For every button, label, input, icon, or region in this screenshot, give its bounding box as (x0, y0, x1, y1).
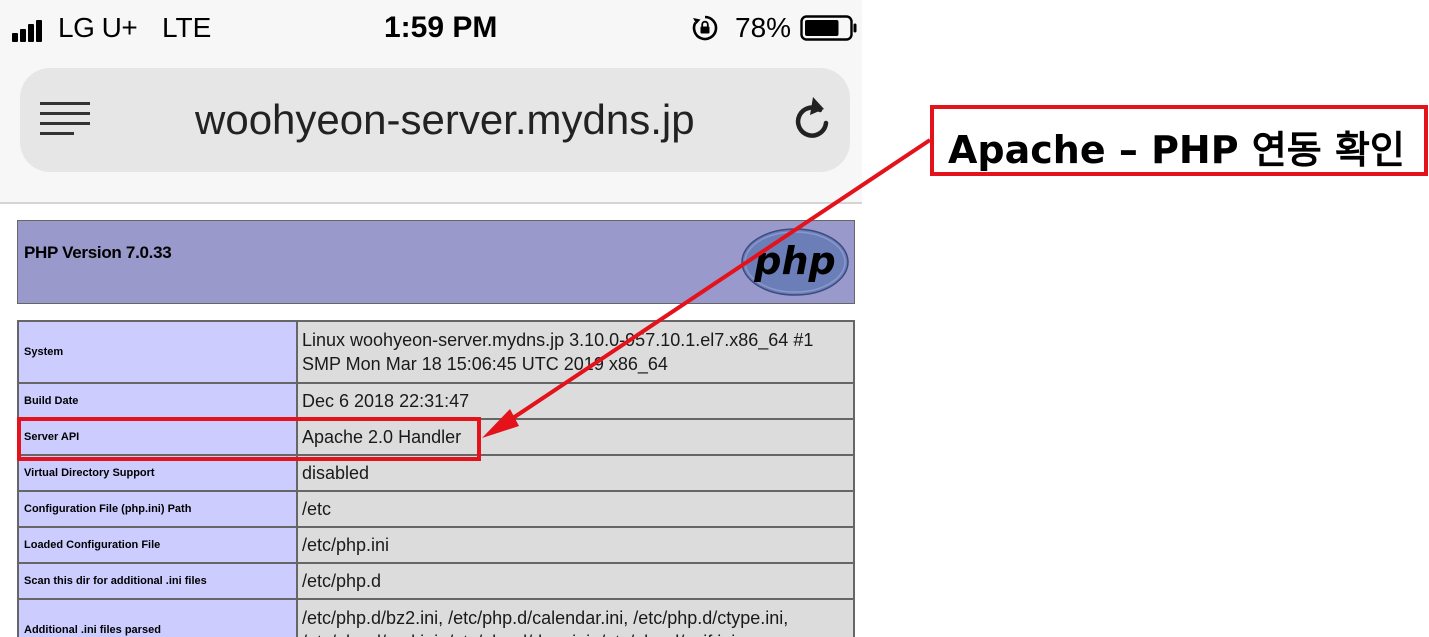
status-time: 1:59 PM (384, 11, 498, 44)
row-key: Scan this dir for additional .ini files (17, 562, 298, 600)
orientation-lock-icon (692, 15, 718, 41)
php-logo-text: php (753, 239, 835, 283)
table-row: Configuration File (php.ini) Path /etc (17, 490, 855, 528)
row-value: /etc/php.ini (296, 526, 855, 564)
phpinfo-table: System Linux woohyeon-server.mydns.jp 3.… (17, 320, 855, 637)
row-value: Dec 6 2018 22:31:47 (296, 382, 855, 420)
signal-icon (12, 20, 48, 42)
url-text[interactable]: woohyeon-server.mydns.jp (195, 96, 695, 144)
address-bar[interactable]: woohyeon-server.mydns.jp (20, 68, 850, 172)
battery-icon (800, 15, 857, 41)
row-key: Configuration File (php.ini) Path (17, 490, 298, 528)
row-value: /etc/php.d/bz2.ini, /etc/php.d/calendar.… (296, 598, 855, 637)
row-value: Linux woohyeon-server.mydns.jp 3.10.0-95… (296, 320, 855, 384)
carrier-name: LG U+ (58, 12, 138, 43)
table-row: Build Date Dec 6 2018 22:31:47 (17, 382, 855, 420)
table-row: System Linux woohyeon-server.mydns.jp 3.… (17, 320, 855, 384)
php-version-header: PHP Version 7.0.33 php (17, 220, 855, 304)
reload-icon[interactable] (790, 93, 834, 145)
server-api-highlight-box (17, 417, 481, 461)
battery-percent: 78% (735, 12, 792, 43)
row-value: /etc/php.d (296, 562, 855, 600)
row-value: /etc (296, 490, 855, 528)
annotation-callout: Apache – PHP 연동 확인 (930, 105, 1428, 176)
php-logo: php (741, 228, 849, 296)
table-row: Additional .ini files parsed /etc/php.d/… (17, 598, 855, 637)
menu-icon[interactable] (40, 100, 90, 140)
table-row: Loaded Configuration File /etc/php.ini (17, 526, 855, 564)
row-key: Build Date (17, 382, 298, 420)
callout-text: Apache – PHP 연동 확인 (948, 128, 1405, 172)
status-bar: LG U+ LTE 1:59 PM 78% (0, 0, 862, 58)
row-key: Loaded Configuration File (17, 526, 298, 564)
phone-screenshot: LG U+ LTE 1:59 PM 78% woohyeon-server.my… (0, 0, 862, 637)
row-key: System (17, 320, 298, 384)
network-type: LTE (162, 12, 212, 43)
table-row: Scan this dir for additional .ini files … (17, 562, 855, 600)
row-key: Additional .ini files parsed (17, 598, 298, 637)
php-version-title: PHP Version 7.0.33 (24, 243, 172, 262)
